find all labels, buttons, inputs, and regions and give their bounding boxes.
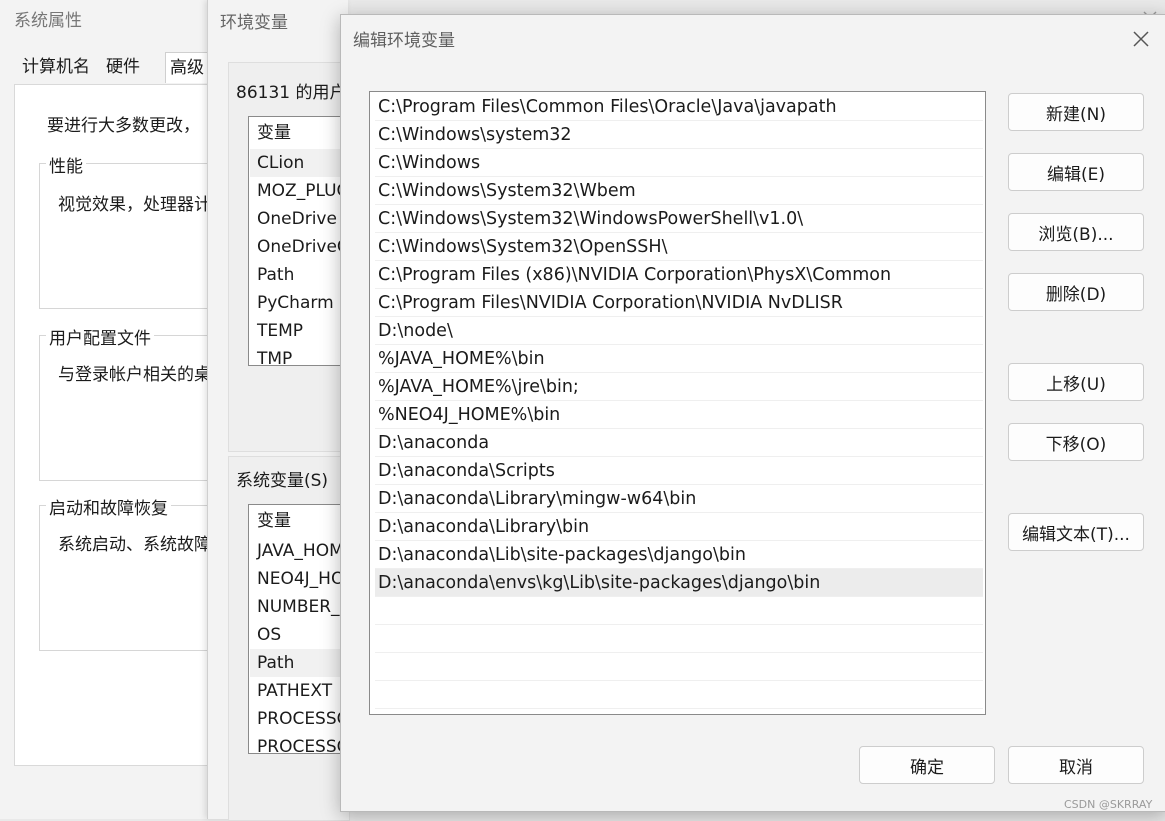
empty-row[interactable] [375, 625, 983, 653]
path-item[interactable]: %NEO4J_HOME%\bin [375, 401, 983, 429]
list-item[interactable]: MOZ_PLUGIN [250, 177, 349, 205]
path-item[interactable]: D:\anaconda [375, 429, 983, 457]
ok-button[interactable]: 确定 [859, 746, 995, 784]
intro-text: 要进行大多数更改， [47, 116, 200, 136]
list-item[interactable]: Path [250, 261, 349, 289]
path-list[interactable]: C:\Program Files\Common Files\Oracle\Jav… [369, 91, 986, 715]
delete-button[interactable]: 删除(D) [1008, 273, 1144, 311]
user-variables-label: 86131 的用户 [236, 83, 347, 103]
list-item[interactable]: TMP [250, 345, 349, 365]
startup-recovery-group: 启动和故障恢复 系统启动、系统故障 [39, 494, 221, 651]
list-header-variable[interactable]: 变量 [250, 507, 349, 535]
system-properties-window: 系统属性 计算机名 硬件 高级 要进行大多数更改， 性能 视觉效果，处理器计 用… [0, 0, 235, 819]
list-item[interactable]: Path [250, 649, 349, 677]
list-item[interactable]: PROCESSOR [250, 705, 349, 733]
new-button[interactable]: 新建(N) [1008, 93, 1144, 131]
group-text: 视觉效果，处理器计 [58, 195, 211, 215]
list-item[interactable]: NUMBER_OF [250, 593, 349, 621]
edit-environment-variable-dialog: 编辑环境变量 C:\Program Files\Common Files\Ora… [340, 14, 1165, 812]
path-item[interactable]: C:\Windows\System32\OpenSSH\ [375, 233, 983, 261]
edit-text-button[interactable]: 编辑文本(T)... [1008, 513, 1144, 551]
tab-row: 计算机名 硬件 高级 [18, 52, 235, 83]
advanced-tab-page: 要进行大多数更改， 性能 视觉效果，处理器计 用户配置文件 与登录帐户相关的桌 … [14, 84, 221, 766]
list-item[interactable]: NEO4J_HOME [250, 565, 349, 593]
empty-row[interactable] [375, 653, 983, 681]
path-item[interactable]: C:\Windows\system32 [375, 121, 983, 149]
list-item[interactable]: PyCharm [250, 289, 349, 317]
path-item[interactable]: %JAVA_HOME%\bin [375, 345, 983, 373]
path-item[interactable]: C:\Program Files\Common Files\Oracle\Jav… [375, 93, 983, 121]
list-item[interactable]: CLion [250, 149, 349, 177]
list-item[interactable]: TEMP [250, 317, 349, 345]
watermark: CSDN @SKRRAY [1064, 798, 1153, 811]
path-item[interactable]: C:\Program Files\NVIDIA Corporation\NVID… [375, 289, 983, 317]
performance-group: 性能 视觉效果，处理器计 [39, 152, 221, 309]
environment-variables-window: 环境变量 86131 的用户 变量 CLion MOZ_PLUGIN OneDr… [207, 0, 350, 821]
tab-computer-name[interactable]: 计算机名 [18, 52, 94, 82]
list-item[interactable]: PROCESSOR [250, 733, 349, 753]
edit-button[interactable]: 编辑(E) [1008, 153, 1144, 191]
path-item[interactable]: D:\anaconda\Library\mingw-w64\bin [375, 485, 983, 513]
group-label: 启动和故障恢复 [46, 494, 171, 519]
path-item-selected[interactable]: D:\anaconda\envs\kg\Lib\site-packages\dj… [375, 569, 983, 597]
user-variables-list[interactable]: 变量 CLion MOZ_PLUGIN OneDrive OneDriveCo … [248, 116, 350, 366]
cancel-button[interactable]: 取消 [1008, 746, 1144, 784]
path-item[interactable]: D:\anaconda\Library\bin [375, 513, 983, 541]
list-item[interactable]: JAVA_HOME [250, 537, 349, 565]
path-item[interactable]: D:\anaconda\Lib\site-packages\django\bin [375, 541, 983, 569]
path-item[interactable]: C:\Program Files (x86)\NVIDIA Corporatio… [375, 261, 983, 289]
dialog-title: 编辑环境变量 [353, 31, 455, 51]
list-item[interactable]: PATHEXT [250, 677, 349, 705]
user-profiles-group: 用户配置文件 与登录帐户相关的桌 [39, 324, 221, 481]
window-title: 系统属性 [14, 11, 82, 31]
path-item[interactable]: C:\Windows\System32\WindowsPowerShell\v1… [375, 205, 983, 233]
list-header-variable[interactable]: 变量 [250, 119, 349, 147]
move-up-button[interactable]: 上移(U) [1008, 363, 1144, 401]
list-item[interactable]: OneDriveCo [250, 233, 349, 261]
path-item[interactable]: C:\Windows\System32\Wbem [375, 177, 983, 205]
empty-row[interactable] [375, 597, 983, 625]
empty-row[interactable] [375, 681, 983, 709]
list-item[interactable]: OneDrive [250, 205, 349, 233]
list-item[interactable]: OS [250, 621, 349, 649]
path-item[interactable]: C:\Windows [375, 149, 983, 177]
group-text: 系统启动、系统故障 [58, 535, 211, 555]
system-variables-label: 系统变量(S) [236, 471, 329, 491]
path-item[interactable]: %JAVA_HOME%\jre\bin; [375, 373, 983, 401]
system-variables-list[interactable]: 变量 JAVA_HOME NEO4J_HOME NUMBER_OF OS Pat… [248, 504, 350, 754]
path-item[interactable]: D:\node\ [375, 317, 983, 345]
browse-button[interactable]: 浏览(B)... [1008, 213, 1144, 251]
window-title: 环境变量 [220, 13, 288, 33]
tab-hardware[interactable]: 硬件 [102, 52, 144, 82]
path-item[interactable]: D:\anaconda\Scripts [375, 457, 983, 485]
group-label: 用户配置文件 [46, 324, 154, 349]
group-text: 与登录帐户相关的桌 [58, 365, 211, 385]
move-down-button[interactable]: 下移(O) [1008, 423, 1144, 461]
close-icon[interactable] [1129, 27, 1153, 51]
group-label: 性能 [46, 152, 86, 177]
